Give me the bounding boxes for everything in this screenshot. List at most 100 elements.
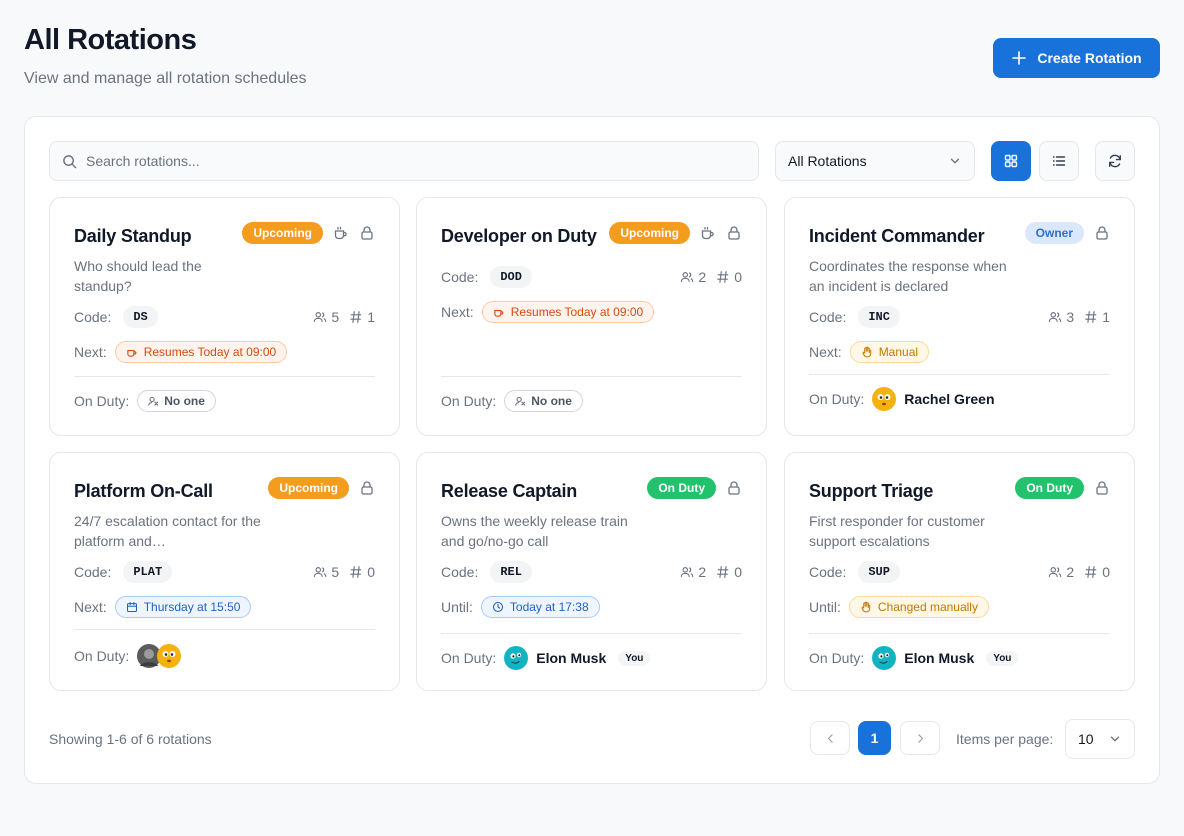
count-value: 0 [1102, 564, 1110, 580]
count-value: 0 [734, 564, 742, 580]
on-duty-name: Elon Musk [536, 650, 607, 666]
create-rotation-label: Create Rotation [1037, 50, 1142, 66]
rotation-description: Who should lead the standup? [74, 258, 202, 294]
rotation-title: Daily Standup [74, 226, 192, 246]
chevron-right-icon [917, 733, 923, 743]
lock-icon[interactable] [1094, 480, 1110, 496]
hand-icon [861, 601, 871, 613]
next-chip: Resumes Today at 09:00 [114, 341, 288, 363]
rotation-card[interactable]: Daily Standup Who should lead the standu… [49, 197, 400, 436]
calendar-icon [126, 601, 137, 613]
list-view-button[interactable] [1039, 141, 1079, 181]
next-chip: Resumes Today at 09:00 [481, 301, 655, 323]
page-title: All Rotations [24, 24, 197, 56]
search-box[interactable] [49, 141, 759, 181]
no-one-text: No one [531, 394, 572, 408]
member-count: 5 [331, 564, 340, 580]
until-label: Until: [809, 599, 841, 615]
refresh-button[interactable] [1095, 141, 1135, 181]
rotation-title: Support Triage [809, 481, 934, 501]
until-label: Until: [441, 599, 473, 615]
card-divider [74, 376, 375, 377]
next-text: Manual [878, 345, 919, 359]
rotation-code: INC [858, 306, 900, 328]
on-duty-label: On Duty: [809, 650, 865, 666]
rotation-filter-select[interactable]: All Rotations [775, 141, 975, 181]
lock-icon[interactable] [359, 480, 375, 496]
rotation-code: PLAT [123, 561, 173, 583]
hash-icon [717, 566, 729, 578]
user-x-icon [148, 396, 159, 406]
on-duty-name: Rachel Green [904, 391, 995, 407]
coffee-icon [494, 309, 504, 317]
code-label: Code: [809, 309, 847, 325]
page-subtitle: View and manage all rotation schedules [24, 70, 307, 87]
rotation-card[interactable]: Platform On-Call 24/7 escalation contact… [49, 452, 400, 691]
items-per-page-select[interactable]: 10 [1065, 719, 1135, 759]
code-label: Code: [809, 564, 847, 580]
prev-page-button[interactable] [810, 721, 850, 755]
status-badge: Upcoming [242, 222, 323, 244]
card-divider [809, 633, 1110, 634]
users-icon [314, 567, 327, 577]
lock-icon[interactable] [1094, 225, 1110, 241]
status-badge: On Duty [1015, 477, 1084, 499]
plus-icon [1012, 51, 1027, 65]
coffee-icon [127, 349, 137, 357]
grid-icon [1004, 154, 1018, 168]
grid-view-button[interactable] [991, 141, 1031, 181]
lock-icon[interactable] [359, 225, 375, 241]
card-divider [441, 633, 742, 634]
avatar [872, 387, 897, 411]
member-count: 3 [1066, 309, 1075, 325]
page-button-1[interactable]: 1 [858, 721, 891, 755]
member-count: 2 [698, 564, 707, 580]
rotation-card[interactable]: Incident Commander Coordinates the respo… [784, 197, 1135, 436]
users-icon [314, 312, 327, 322]
on-duty-label: On Duty: [441, 393, 497, 409]
on-duty-label: On Duty: [74, 393, 130, 409]
rotation-code: REL [490, 561, 532, 583]
rotation-title: Incident Commander [809, 226, 985, 246]
rotation-card[interactable]: Developer on Duty Upcoming Code: DOD 2 0… [416, 197, 767, 436]
rotations-panel: All Rotations Daily Standup Who should l… [24, 116, 1160, 784]
rotation-title: Release Captain [441, 481, 578, 501]
next-text: Resumes Today at 09:00 [510, 305, 644, 319]
refresh-icon [1109, 154, 1121, 168]
you-badge: You [986, 650, 1019, 666]
chevron-down-icon [1110, 736, 1120, 742]
until-chip: Changed manually [848, 596, 989, 618]
card-divider [441, 376, 742, 377]
rotation-description: 24/7 escalation contact for the platform… [74, 513, 261, 549]
coffee-icon [701, 226, 714, 240]
chevron-down-icon [950, 158, 960, 164]
emoji-avatar-icon [872, 646, 897, 670]
user-x-icon [515, 396, 526, 406]
hash-icon [1085, 566, 1097, 578]
next-label: Next: [809, 344, 842, 360]
hash-icon [350, 311, 362, 323]
hand-icon [862, 346, 871, 358]
search-input[interactable] [86, 153, 686, 169]
rotation-description: Owns the weekly release train and go/no-… [441, 513, 628, 549]
next-label: Next: [74, 599, 107, 615]
create-rotation-button[interactable]: Create Rotation [993, 38, 1160, 78]
lock-icon[interactable] [726, 225, 742, 241]
rotation-description: Coordinates the response when an inciden… [809, 258, 1007, 294]
rotation-card[interactable]: Release Captain Owns the weekly release … [416, 452, 767, 691]
avatar [872, 646, 897, 670]
rotation-filter-value: All Rotations [788, 153, 867, 169]
next-page-button[interactable] [900, 721, 940, 755]
rotation-code: DOD [490, 266, 532, 288]
next-text: Resumes Today at 09:00 [143, 345, 277, 359]
lock-icon[interactable] [726, 480, 742, 496]
until-text: Changed manually [877, 600, 978, 614]
code-label: Code: [441, 269, 479, 285]
avatar-stack [137, 644, 182, 668]
items-per-page-value: 10 [1078, 731, 1094, 747]
search-icon [63, 154, 77, 168]
rotation-card[interactable]: Support Triage First responder for custo… [784, 452, 1135, 691]
next-text: Thursday at 15:50 [143, 600, 241, 614]
next-chip: Manual [849, 341, 930, 363]
rotation-code: SUP [858, 561, 900, 583]
